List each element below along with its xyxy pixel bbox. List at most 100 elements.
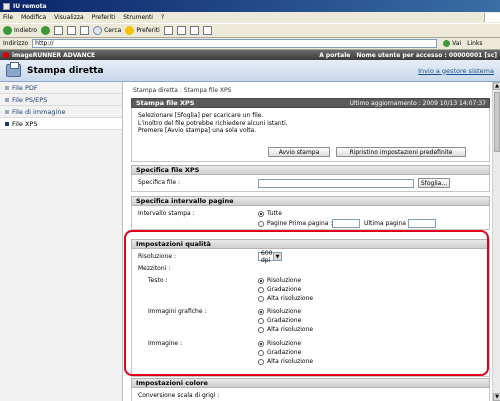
bullet-icon (5, 109, 9, 114)
search-icon (93, 26, 103, 35)
stop-button[interactable] (54, 26, 64, 35)
sidebar: File PDF File PS/EPS File di immagine Fi… (0, 82, 123, 401)
halftone-label: Mezzitoni : (138, 265, 171, 272)
quality-section-header: Impostazioni qualità (131, 239, 490, 249)
page-title: Stampa diretta (27, 65, 104, 76)
reset-defaults-button[interactable]: Ripristino impostazioni predefinite (336, 147, 466, 157)
graphics-gradation-radio[interactable]: Gradazione (258, 317, 301, 324)
printer-icon (6, 62, 21, 77)
last-page-label: Ultima pagina : (364, 220, 410, 227)
resolution-label: Risoluzione : (138, 253, 177, 260)
main-content: Stampa diretta : Stampa file XPS Stampa … (123, 82, 500, 401)
address-input[interactable]: http:// (32, 39, 438, 48)
range-label: Intervallo stampa : (138, 210, 195, 217)
go-button[interactable]: Vai (443, 40, 461, 47)
brand-name: imageRUNNER ADVANCE (12, 51, 96, 59)
graphics-label: Immagini grafiche : (148, 308, 207, 315)
image-gradation-radio[interactable]: Gradazione (258, 349, 301, 356)
search-button[interactable]: Cerca (93, 26, 121, 35)
favorites-button[interactable]: Preferiti (125, 26, 160, 35)
vertical-scrollbar[interactable]: ▲ ▼ (492, 82, 500, 401)
file-label: Specifica file : (138, 179, 181, 186)
scroll-down-icon[interactable]: ▼ (493, 393, 500, 401)
radio-icon (258, 220, 264, 227)
range-all-radio[interactable]: Tutte (258, 210, 282, 217)
graphics-resolution-radio[interactable]: Risoluzione (258, 308, 301, 315)
scrollbar-thumb[interactable] (494, 92, 500, 152)
radio-icon (258, 295, 264, 302)
menu-edit[interactable]: Modifica (21, 14, 46, 21)
print-section: Stampa file XPS Ultimo aggiornamento : 2… (131, 98, 490, 162)
file-section-header: Specifica file XPS (131, 165, 490, 175)
text-gradation-radio[interactable]: Gradazione (258, 286, 301, 293)
radio-selected-icon (258, 340, 264, 347)
image-high-resolution-radio[interactable]: Alta risoluzione (258, 358, 313, 365)
breadcrumb: Stampa diretta : Stampa file XPS (133, 87, 232, 94)
print-section-header: Stampa file XPS Ultimo aggiornamento : 2… (131, 98, 490, 108)
windows-logo-icon (484, 13, 500, 22)
browse-button[interactable]: Sfoglia... (418, 178, 450, 188)
menu-favorites[interactable]: Preferiti (92, 14, 116, 21)
range-section: Specifica intervallo pagine Intervallo s… (131, 196, 490, 230)
menu-view[interactable]: Visualizza (54, 14, 84, 21)
color-section-header: Impostazioni colore (131, 378, 490, 388)
window-titlebar: IU remota (0, 0, 500, 12)
radio-icon (258, 286, 264, 293)
sidebar-item-ps-eps[interactable]: File PS/EPS (0, 94, 122, 106)
image-label: Immagine : (148, 340, 183, 347)
color-section-body: Conversione scala di grigi : (131, 388, 490, 401)
refresh-button[interactable] (67, 26, 77, 35)
home-button[interactable] (80, 26, 90, 35)
links-button[interactable]: Links (467, 40, 482, 47)
range-section-body: Intervallo stampa : Tutte Pagine Prima p… (131, 206, 490, 230)
first-page-input[interactable] (332, 219, 360, 228)
chevron-down-icon: ▼ (273, 253, 281, 260)
text-resolution-radio[interactable]: Risoluzione (258, 277, 301, 284)
scroll-up-icon[interactable]: ▲ (493, 82, 500, 90)
sidebar-item-pdf[interactable]: File PDF (0, 82, 122, 94)
range-pages-radio[interactable]: Pagine Prima pagina : (258, 220, 332, 227)
go-arrow-icon (443, 40, 451, 47)
back-button[interactable]: Indietro (3, 26, 37, 35)
print-button[interactable] (189, 26, 199, 35)
range-section-header: Specifica intervallo pagine (131, 196, 490, 206)
bullet-icon (5, 85, 9, 90)
browser-icon (3, 2, 10, 10)
page-header: Stampa diretta Invio a gestore sistema (0, 60, 500, 82)
file-path-input[interactable] (258, 179, 414, 188)
sidebar-item-image[interactable]: File di immagine (0, 106, 122, 118)
history-button[interactable] (163, 26, 173, 35)
user-label: Nome utente per accesso : 00000001 [sc] (356, 51, 497, 59)
portal-link[interactable]: A portale (319, 52, 350, 59)
text-high-resolution-radio[interactable]: Alta risoluzione (258, 295, 313, 302)
resolution-select[interactable]: 600 dpi ▼ (258, 250, 282, 264)
menu-tools[interactable]: Strumenti (123, 14, 153, 21)
last-page-input[interactable] (408, 219, 436, 228)
edit-button[interactable] (202, 26, 212, 35)
menu-bar: File Modifica Visualizza Preferiti Strum… (0, 12, 500, 23)
image-resolution-radio[interactable]: Risoluzione (258, 340, 301, 347)
text-label: Testo : (148, 277, 168, 284)
sidebar-item-xps[interactable]: File XPS (0, 118, 122, 130)
radio-selected-icon (258, 308, 264, 315)
start-print-button[interactable]: Avvio stampa (268, 147, 330, 157)
bullet-icon (5, 97, 9, 102)
grayscale-label: Conversione scala di grigi : (138, 392, 220, 399)
graphics-high-resolution-radio[interactable]: Alta risoluzione (258, 326, 313, 333)
app-header: imageRUNNER ADVANCE A portale Nome utent… (0, 50, 500, 60)
color-section: Impostazioni colore Conversione scala di… (131, 378, 490, 401)
radio-icon (258, 317, 264, 324)
instructions: Selezionare [Sfoglia] per scaricare un f… (138, 112, 288, 134)
radio-icon (258, 326, 264, 333)
print-section-body: Selezionare [Sfoglia] per scaricare un f… (131, 108, 490, 162)
radio-icon (258, 349, 264, 356)
return-to-admin-link[interactable]: Invio a gestore sistema (418, 67, 494, 75)
forward-button[interactable] (41, 26, 51, 35)
radio-icon (258, 358, 264, 365)
menu-help[interactable]: ? (161, 14, 164, 21)
address-label: Indirizzo (3, 40, 29, 47)
quality-section-body: Risoluzione : 600 dpi ▼ Mezzitoni : Test… (131, 249, 490, 377)
browser-toolbar: Indietro Cerca Preferiti (0, 23, 500, 38)
menu-file[interactable]: File (3, 14, 13, 21)
mail-button[interactable] (176, 26, 186, 35)
